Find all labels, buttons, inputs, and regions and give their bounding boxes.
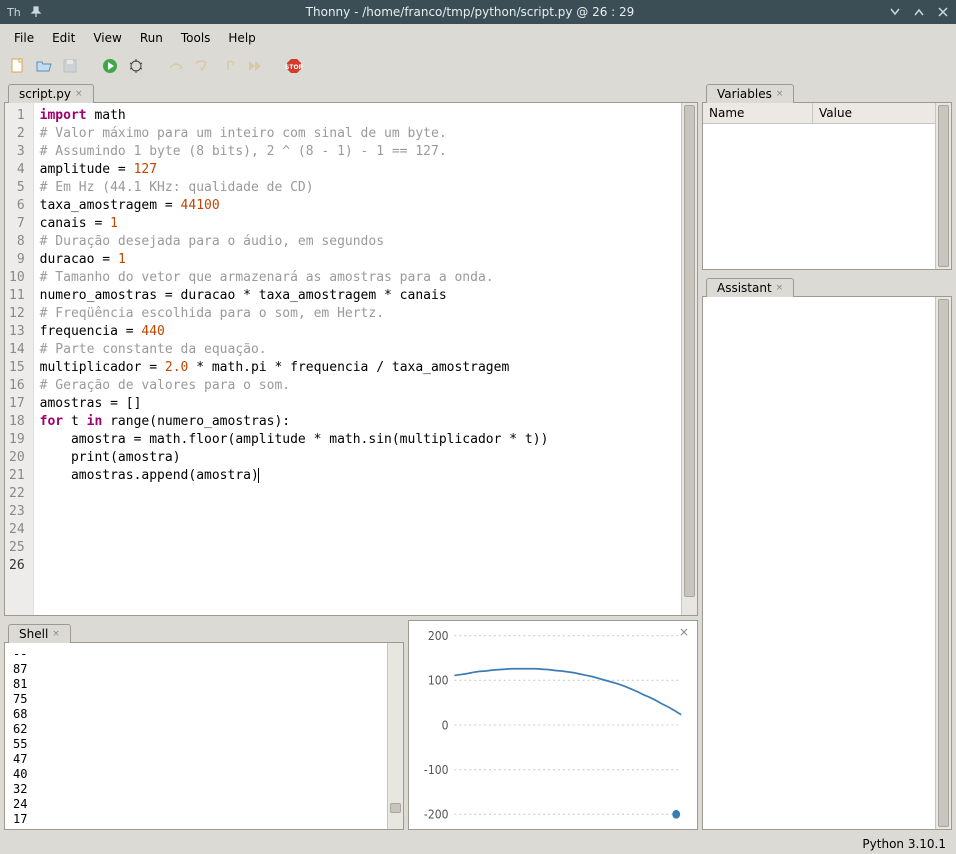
statusbar: Python 3.10.1 (0, 834, 956, 854)
menu-view[interactable]: View (85, 28, 129, 48)
variables-body (703, 124, 951, 269)
close-variables-icon[interactable]: × (776, 89, 784, 99)
menu-run[interactable]: Run (132, 28, 171, 48)
variables-header: Name Value (703, 103, 951, 124)
menu-help[interactable]: Help (220, 28, 263, 48)
assistant-tab-label: Assistant (717, 281, 772, 295)
stop-icon[interactable]: STOP (284, 56, 304, 76)
close-assistant-icon[interactable]: × (776, 283, 784, 293)
assistant-panel: Assistant × (702, 274, 952, 830)
editor-tab[interactable]: script.py × (8, 84, 94, 103)
assistant-tab[interactable]: Assistant × (706, 278, 794, 297)
variables-col-name[interactable]: Name (703, 103, 813, 123)
titlebar: Th Thonny - /home/franco/tmp/python/scri… (0, 0, 956, 24)
svg-text:0: 0 (442, 718, 449, 733)
assistant-scrollbar[interactable] (935, 297, 951, 829)
toolbar: STOP (0, 52, 956, 80)
line-gutter: 1234567891011121314151617181920212223242… (5, 103, 34, 615)
resume-icon[interactable] (244, 56, 264, 76)
assistant-body (703, 297, 951, 829)
minimize-icon[interactable] (888, 5, 902, 19)
pin-icon[interactable] (28, 4, 44, 20)
plotter-chart[interactable]: 200 100 0 -100 -200 × (409, 621, 697, 829)
close-icon[interactable] (936, 5, 950, 19)
shell-tab-label: Shell (19, 627, 48, 641)
menu-file[interactable]: File (6, 28, 42, 48)
svg-text:200: 200 (428, 629, 449, 644)
menubar: File Edit View Run Tools Help (0, 24, 956, 52)
shell-output[interactable]: -- 87 81 75 68 62 55 47 40 32 24 17 9 (5, 643, 387, 829)
editor-panel: script.py × 1234567891011121314151617181… (4, 80, 698, 616)
svg-text:-200: -200 (424, 807, 449, 822)
shell-tab[interactable]: Shell × (8, 624, 71, 643)
new-file-icon[interactable] (8, 56, 28, 76)
step-out-icon[interactable] (218, 56, 238, 76)
close-tab-icon[interactable]: × (75, 89, 83, 99)
shell-panel: Shell × -- 87 81 75 68 62 55 47 40 32 24… (4, 620, 404, 830)
plotter-panel: 200 100 0 -100 -200 × (408, 620, 698, 830)
editor-tab-label: script.py (19, 87, 71, 101)
menu-edit[interactable]: Edit (44, 28, 83, 48)
svg-text:Th: Th (7, 6, 21, 19)
close-plotter-icon[interactable]: × (679, 625, 689, 639)
variables-tab[interactable]: Variables × (706, 84, 794, 103)
variables-panel: Variables × Name Value (702, 80, 952, 270)
window-title: Thonny - /home/franco/tmp/python/script.… (52, 5, 888, 19)
svg-text:STOP: STOP (285, 64, 303, 71)
code-editor[interactable]: import math# Valor máximo para um inteir… (34, 103, 681, 615)
variables-col-value[interactable]: Value (813, 103, 951, 123)
save-file-icon[interactable] (60, 56, 80, 76)
menu-tools[interactable]: Tools (173, 28, 219, 48)
step-into-icon[interactable] (192, 56, 212, 76)
open-file-icon[interactable] (34, 56, 54, 76)
shell-scrollbar[interactable] (387, 643, 403, 829)
maximize-icon[interactable] (912, 5, 926, 19)
variables-tab-label: Variables (717, 87, 772, 101)
close-shell-icon[interactable]: × (52, 629, 60, 639)
step-over-icon[interactable] (166, 56, 186, 76)
variables-scrollbar[interactable] (935, 103, 951, 269)
python-version[interactable]: Python 3.10.1 (862, 837, 946, 851)
editor-scrollbar[interactable] (681, 103, 697, 615)
svg-text:-100: -100 (424, 762, 449, 777)
svg-text:100: 100 (428, 673, 449, 688)
debug-icon[interactable] (126, 56, 146, 76)
app-icon: Th (6, 4, 22, 20)
run-icon[interactable] (100, 56, 120, 76)
